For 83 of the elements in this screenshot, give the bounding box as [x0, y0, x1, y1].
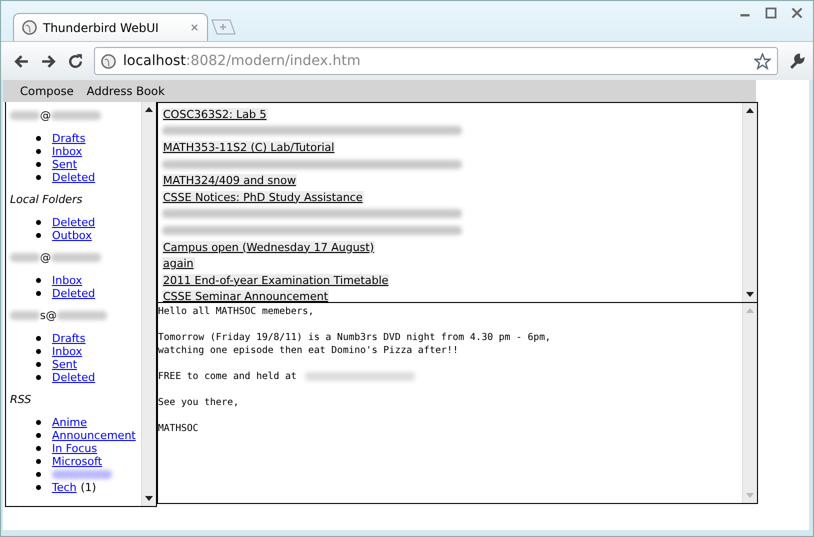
bullet-icon	[36, 472, 41, 477]
bullet-icon	[36, 220, 41, 225]
bullet-icon	[36, 233, 41, 238]
folder-link[interactable]: Tech	[52, 481, 77, 494]
star-icon[interactable]	[754, 52, 771, 70]
scrollbar[interactable]	[141, 102, 156, 506]
folder-link[interactable]: Inbox	[52, 274, 82, 287]
bullet-icon	[36, 336, 41, 341]
message-subject[interactable]: CSSE Seminar Announcement	[162, 290, 330, 302]
folder-link[interactable]: Outbox	[52, 229, 92, 242]
folder-link[interactable]: Drafts	[52, 132, 86, 145]
browser-tab[interactable]: Thunderbird WebUI	[13, 13, 208, 41]
section-heading: RSS	[10, 392, 32, 408]
message-subject[interactable]: MATH353-11S2 (C) Lab/Tutorial	[162, 140, 336, 154]
bullet-icon	[36, 278, 41, 283]
folder-link[interactable]: Microsoft	[52, 455, 102, 468]
scroll-up-arrow-icon[interactable]	[145, 107, 153, 112]
folder-link[interactable]: Drafts	[52, 332, 86, 345]
message-subject[interactable]: 2011 End-of-year Examination Timetable	[162, 274, 390, 287]
bullet-icon	[36, 459, 41, 464]
wrench-icon[interactable]	[788, 52, 805, 70]
body-text: FREE to come and held at	[158, 370, 297, 383]
folder-link[interactable]: Sent	[52, 158, 78, 171]
redacted-text	[10, 110, 40, 120]
message-subject[interactable]: MATH324/409 and snow	[162, 174, 297, 188]
redacted-text	[51, 252, 101, 262]
bullet-icon	[36, 349, 41, 354]
close-icon[interactable]	[190, 23, 199, 32]
scrollbar[interactable]	[742, 103, 757, 302]
folder-link[interactable]: Inbox	[52, 145, 82, 158]
bullet-icon	[36, 136, 41, 141]
account-name: @	[40, 250, 51, 264]
bullet-icon	[36, 149, 41, 154]
tab-title: Thunderbird WebUI	[43, 20, 160, 34]
bullet-icon	[36, 162, 41, 167]
account-name: s@	[40, 308, 57, 322]
folder-link[interactable]: Sent	[52, 358, 78, 371]
bullet-icon	[36, 175, 41, 180]
redacted-text	[51, 110, 101, 120]
message-subject[interactable]: again	[162, 257, 194, 270]
unread-count: (1)	[80, 481, 96, 494]
redacted-text	[56, 310, 107, 320]
body-text: Hello all MATHSOC memebers,	[158, 305, 314, 318]
close-icon[interactable]	[789, 7, 805, 19]
body-text: Tomorrow (Friday 19/8/11) is a Numb3rs DVD night from 4.30 pm - 6pm,	[158, 331, 551, 344]
scroll-down-arrow-icon[interactable]	[746, 292, 754, 297]
url-text: localhost:8082/modern/index.htm	[123, 53, 362, 69]
bullet-icon	[36, 446, 41, 451]
message-subject[interactable]: CSSE Notices: PhD Study Assistance	[162, 190, 364, 204]
bullet-icon	[36, 485, 41, 490]
body-text: watching one episode then eat Domino's Pizza after!!	[158, 344, 458, 357]
menu-item[interactable]: Address Book	[86, 84, 165, 98]
forward-icon[interactable]	[40, 52, 57, 70]
redacted-text	[10, 252, 40, 262]
maximize-icon[interactable]	[763, 7, 779, 19]
address-bar[interactable]: localhost:8082/modern/index.htm	[94, 47, 778, 75]
bullet-icon	[36, 291, 41, 296]
folder-link[interactable]: In Focus	[52, 442, 98, 455]
folder-link[interactable]: Inbox	[52, 345, 82, 358]
bullet-icon	[36, 420, 41, 425]
account-name: @	[40, 108, 51, 122]
message-subject[interactable]: COSC363S2: Lab 5	[162, 108, 268, 121]
bullet-icon	[36, 375, 41, 380]
scroll-up-arrow-icon[interactable]	[746, 108, 754, 113]
folder-link[interactable]: Announcement	[52, 429, 136, 442]
menu-item[interactable]: Compose	[20, 84, 74, 98]
scroll-down-arrow-icon[interactable]	[145, 496, 153, 501]
reload-icon[interactable]	[67, 52, 84, 70]
section-heading: Local Folders	[10, 192, 84, 208]
folder-link[interactable]: Deleted	[52, 371, 96, 384]
bullet-icon	[36, 362, 41, 367]
folder-link[interactable]: Deleted	[52, 216, 96, 229]
body-text: See you there,	[158, 396, 239, 409]
globe-icon	[22, 20, 37, 35]
globe-icon	[101, 54, 116, 68]
message-subject[interactable]: Campus open (Wednesday 17 August)	[162, 240, 376, 254]
folder-link[interactable]: Deleted	[52, 287, 96, 300]
folder-link[interactable]: Anime	[52, 416, 88, 429]
body-text: MATHSOC	[158, 422, 198, 435]
redacted-text	[10, 310, 40, 320]
back-icon[interactable]	[13, 52, 30, 70]
bullet-icon	[36, 433, 41, 438]
folder-link[interactable]: Deleted	[52, 171, 96, 184]
